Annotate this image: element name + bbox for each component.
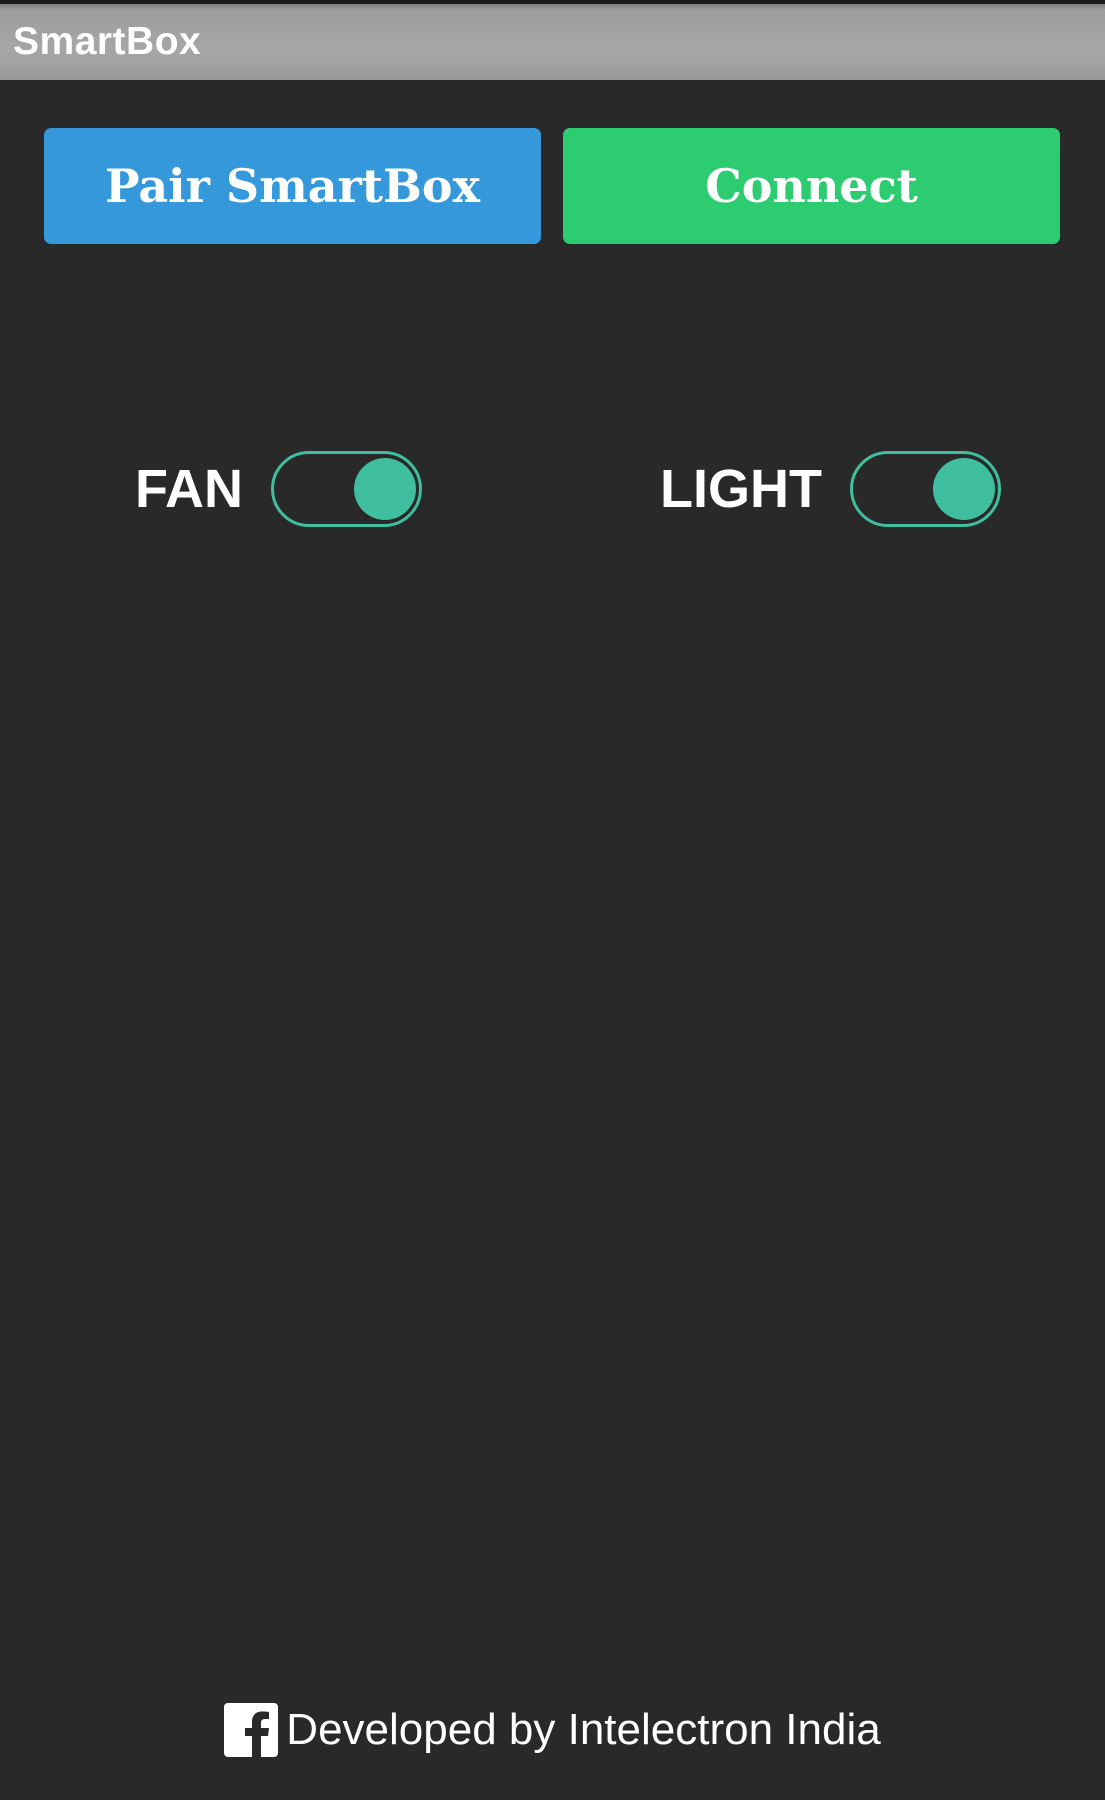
app-title: SmartBox (13, 20, 202, 63)
footer-credit: Developed by Intelectron India (286, 1705, 881, 1754)
footer: Developed by Intelectron India (0, 1703, 1105, 1757)
light-toggle-row: LIGHT (660, 450, 1001, 528)
connect-button[interactable]: Connect (563, 128, 1060, 244)
fan-switch-knob (354, 458, 416, 520)
light-switch[interactable] (849, 451, 1001, 527)
fan-toggle-row: FAN (135, 450, 422, 528)
light-label: LIGHT (660, 459, 822, 519)
fan-label: FAN (135, 459, 243, 519)
pair-smartbox-button[interactable]: Pair SmartBox (44, 128, 541, 244)
title-bar: SmartBox (0, 0, 1105, 80)
light-switch-knob (932, 458, 995, 520)
fan-switch[interactable] (271, 451, 422, 527)
facebook-icon[interactable] (224, 1703, 279, 1757)
app-screen: SmartBox Pair SmartBox Connect FAN LIGHT… (0, 0, 1105, 1800)
